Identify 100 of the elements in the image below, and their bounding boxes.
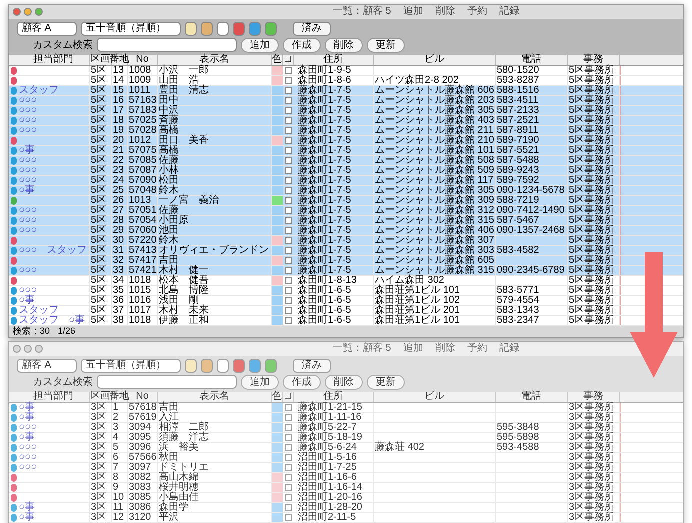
checkbox[interactable] (285, 237, 292, 244)
checkbox[interactable] (285, 464, 292, 471)
table-row[interactable]: ○○○ 5区 27 57051 佐藤 藤森町1-7-5 ムーンシャトル藤森館 312 090-7412-1490 5区事務所 (9, 206, 683, 216)
column-header[interactable]: 電話 (522, 55, 542, 65)
checkbox[interactable] (285, 504, 292, 511)
table-row[interactable]: 5区 34 1018 松本 健吾 森田町1-8-13 ハイム森田 302 5区事務所 (9, 276, 683, 286)
tag-icon[interactable] (233, 358, 245, 372)
table-row[interactable]: ○事 5区 25 57048 鈴木 藤森町1-7-5 ムーンシャトル藤森館 305 090-1234-5678 5区事務所 (9, 186, 683, 196)
checkbox[interactable] (285, 107, 292, 114)
column-header[interactable]: 番地 (110, 392, 130, 402)
tag-icon[interactable] (265, 358, 277, 372)
table-row[interactable]: スタッフ ○事 5区 38 1018 伊藤 正和 森田町1-6-5 森田荘第1ビル 101 583-2347 5区事務所 (9, 316, 683, 326)
table-row[interactable]: ○○○ 3区 5 3096 浜 裕美 藤森町5-6-24 藤森荘 402 593-4588 3区事務所 (9, 443, 683, 453)
table-row[interactable]: ○事 3区 12 3120 平沢 沼田町2-11-5 3区事務所 (9, 513, 683, 523)
checkbox[interactable] (285, 187, 292, 194)
tag-icon[interactable] (265, 22, 277, 36)
search-popup[interactable] (97, 38, 237, 52)
column-header[interactable]: No (136, 392, 149, 402)
checkbox[interactable] (285, 494, 292, 501)
checkbox[interactable] (285, 404, 292, 411)
checkbox[interactable] (285, 117, 292, 124)
table-row[interactable]: スタッフ 5区 15 1011 豊田 清志 藤森町1-7-5 ムーンシャトル藤森館 606 588-1516 5区事務所 (9, 86, 683, 96)
table-row[interactable]: 3区 8 3082 高山木綿 沼田町1-16-6 3区事務所 (9, 473, 683, 483)
table-row[interactable]: 3区 10 3085 小島由佳 沼田町1-20-16 3区事務所 (9, 493, 683, 503)
checkbox[interactable] (285, 444, 292, 451)
column-header[interactable]: 住所 (324, 55, 344, 65)
table-row[interactable]: 5区 32 57417 吉田 藤森町1-7-5 ムーンシャトル藤森館 605 5区事務所 (9, 256, 683, 266)
title-menu-item[interactable]: 追加 (403, 7, 424, 17)
checkbox[interactable] (285, 297, 292, 304)
sort-popup[interactable]: 顧客 A (17, 22, 77, 36)
table-row[interactable]: ○事 5区 36 1016 浅田 剛 森田町1-6-5 森田荘第1ビル 102 579-4554 5区事務所 (9, 296, 683, 306)
table-row[interactable]: ○○○ 5区 29 57060 池田 藤森町1-7-5 ムーンシャトル藤森館 406 090-1357-2468 5区事務所 (9, 226, 683, 236)
table-row[interactable]: ○○○ 5区 16 57163 田中 藤森町1-7-5 ムーンシャトル藤森館 203 583-4511 5区事務所 (9, 96, 683, 106)
checkbox[interactable] (285, 227, 292, 234)
checkbox[interactable] (285, 484, 292, 491)
checkbox[interactable] (285, 167, 292, 174)
checkbox[interactable] (285, 247, 292, 254)
column-header[interactable]: ビル (424, 55, 444, 65)
done-button[interactable]: 済み (293, 22, 331, 36)
table-row[interactable]: ○○○ 5区 17 57183 中沢 藤森町1-7-5 ムーンシャトル藤森館 305 587-2133 5区事務所 (9, 106, 683, 116)
checkbox[interactable] (285, 474, 292, 481)
column-header[interactable]: 事務 (584, 392, 604, 402)
checkbox[interactable] (285, 307, 292, 314)
table-row[interactable]: 5区 13 1008 小沢 一郎 森田町1-9-5 580-1520 5区事務所 (9, 66, 683, 76)
column-header[interactable]: 担当部門 (34, 392, 74, 402)
table-row[interactable]: ○○○ 5区 18 57025 斉藤 藤森町1-7-5 ムーンシャトル藤森館 403 587-2521 5区事務所 (9, 116, 683, 126)
column-header[interactable]: ビル (424, 392, 444, 402)
table-row[interactable]: ○○○ 5区 35 1015 北島 博隆 森田町1-6-5 森田荘第1ビル 101 583-5771 5区事務所 (9, 286, 683, 296)
table-row[interactable]: ○○○ 5区 23 57087 小林 藤森町1-7-5 ムーンシャトル藤森館 509 589-9243 5区事務所 (9, 166, 683, 176)
tag-icon[interactable] (249, 358, 261, 372)
column-header[interactable]: 住所 (324, 392, 344, 402)
table-row[interactable]: ○事 3区 1 57618 吉田 藤森町1-21-15 3区事務所 (9, 403, 683, 413)
tag-icon[interactable] (201, 358, 213, 372)
column-header[interactable]: 表示名 (200, 392, 230, 402)
checkbox[interactable] (285, 97, 292, 104)
toolbar-button[interactable]: 更新 (367, 38, 405, 52)
tag-icon[interactable] (201, 22, 213, 36)
column-header[interactable]: 事務 (584, 55, 604, 65)
checkbox[interactable] (285, 137, 292, 144)
title-menu-item[interactable]: 削除 (435, 7, 456, 17)
column-header[interactable]: 番地 (110, 55, 130, 65)
checkbox[interactable] (285, 277, 292, 284)
title-menu-item[interactable]: 追加 (403, 344, 424, 354)
order-popup[interactable]: 五十音順（昇順） (81, 22, 181, 36)
toolbar-button[interactable]: 追加 (241, 374, 279, 390)
search-popup[interactable] (97, 375, 237, 389)
checkbox[interactable] (285, 207, 292, 214)
checkbox[interactable] (285, 157, 292, 164)
checkbox[interactable] (285, 454, 292, 461)
toolbar-button[interactable]: 削除 (325, 374, 363, 390)
checkbox[interactable] (285, 197, 292, 204)
tag-icon[interactable] (217, 358, 229, 372)
checkbox[interactable] (285, 414, 292, 421)
table-row[interactable]: ○○○ 3区 3 3094 相澤 二郎 藤森町5-22-7 595-3848 3区事務所 (9, 423, 683, 433)
tag-icon[interactable] (217, 22, 229, 36)
column-header[interactable]: 担当部門 (34, 55, 74, 65)
checkbox[interactable] (285, 267, 292, 274)
checkbox[interactable] (285, 514, 292, 521)
title-menu-item[interactable]: 削除 (435, 344, 456, 354)
table-row[interactable]: スタッフ 5区 37 1017 木村 未来 森田町1-6-5 森田荘第1ビル 201 583-1343 5区事務所 (9, 306, 683, 316)
table-row[interactable]: ○事 3区 2 57619 入江 藤森町1-11-16 3区事務所 (9, 413, 683, 423)
tag-icon[interactable] (185, 358, 197, 372)
checkbox[interactable] (285, 147, 292, 154)
table-row[interactable]: 5区 26 1013 一ノ宮 義治 藤森町1-7-5 ムーンシャトル藤森館 309 588-7219 5区事務所 (9, 196, 683, 206)
table-row[interactable]: ○○○ 5区 33 57421 木村 健一 藤森町1-7-5 ムーンシャトル藤森館 315 090-2345-6789 5区事務所 (9, 266, 683, 276)
table-row[interactable]: ○○○ 3区 6 57566 秋田 沼田町1-5-16 3区事務所 (9, 453, 683, 463)
tag-icon[interactable] (233, 22, 245, 36)
done-button[interactable]: 済み (293, 358, 331, 372)
table-row[interactable]: ○事 3区 11 3086 森田学 沼田町1-28-20 3区事務所 (9, 503, 683, 513)
checkbox[interactable] (285, 87, 292, 94)
tag-icon[interactable] (185, 22, 197, 36)
checkbox[interactable] (285, 177, 292, 184)
checkbox[interactable] (285, 287, 292, 294)
table-row[interactable]: ○○○ 5区 22 57085 佐藤 藤森町1-7-5 ムーンシャトル藤森館 508 587-5488 5区事務所 (9, 156, 683, 166)
checkbox[interactable] (285, 67, 292, 74)
tag-icon[interactable] (249, 22, 261, 36)
title-menu-item[interactable]: 記録 (499, 344, 520, 354)
order-popup[interactable]: 五十音順（昇順） (81, 358, 181, 372)
column-header[interactable]: 表示名 (200, 55, 230, 65)
checkbox[interactable] (285, 434, 292, 441)
